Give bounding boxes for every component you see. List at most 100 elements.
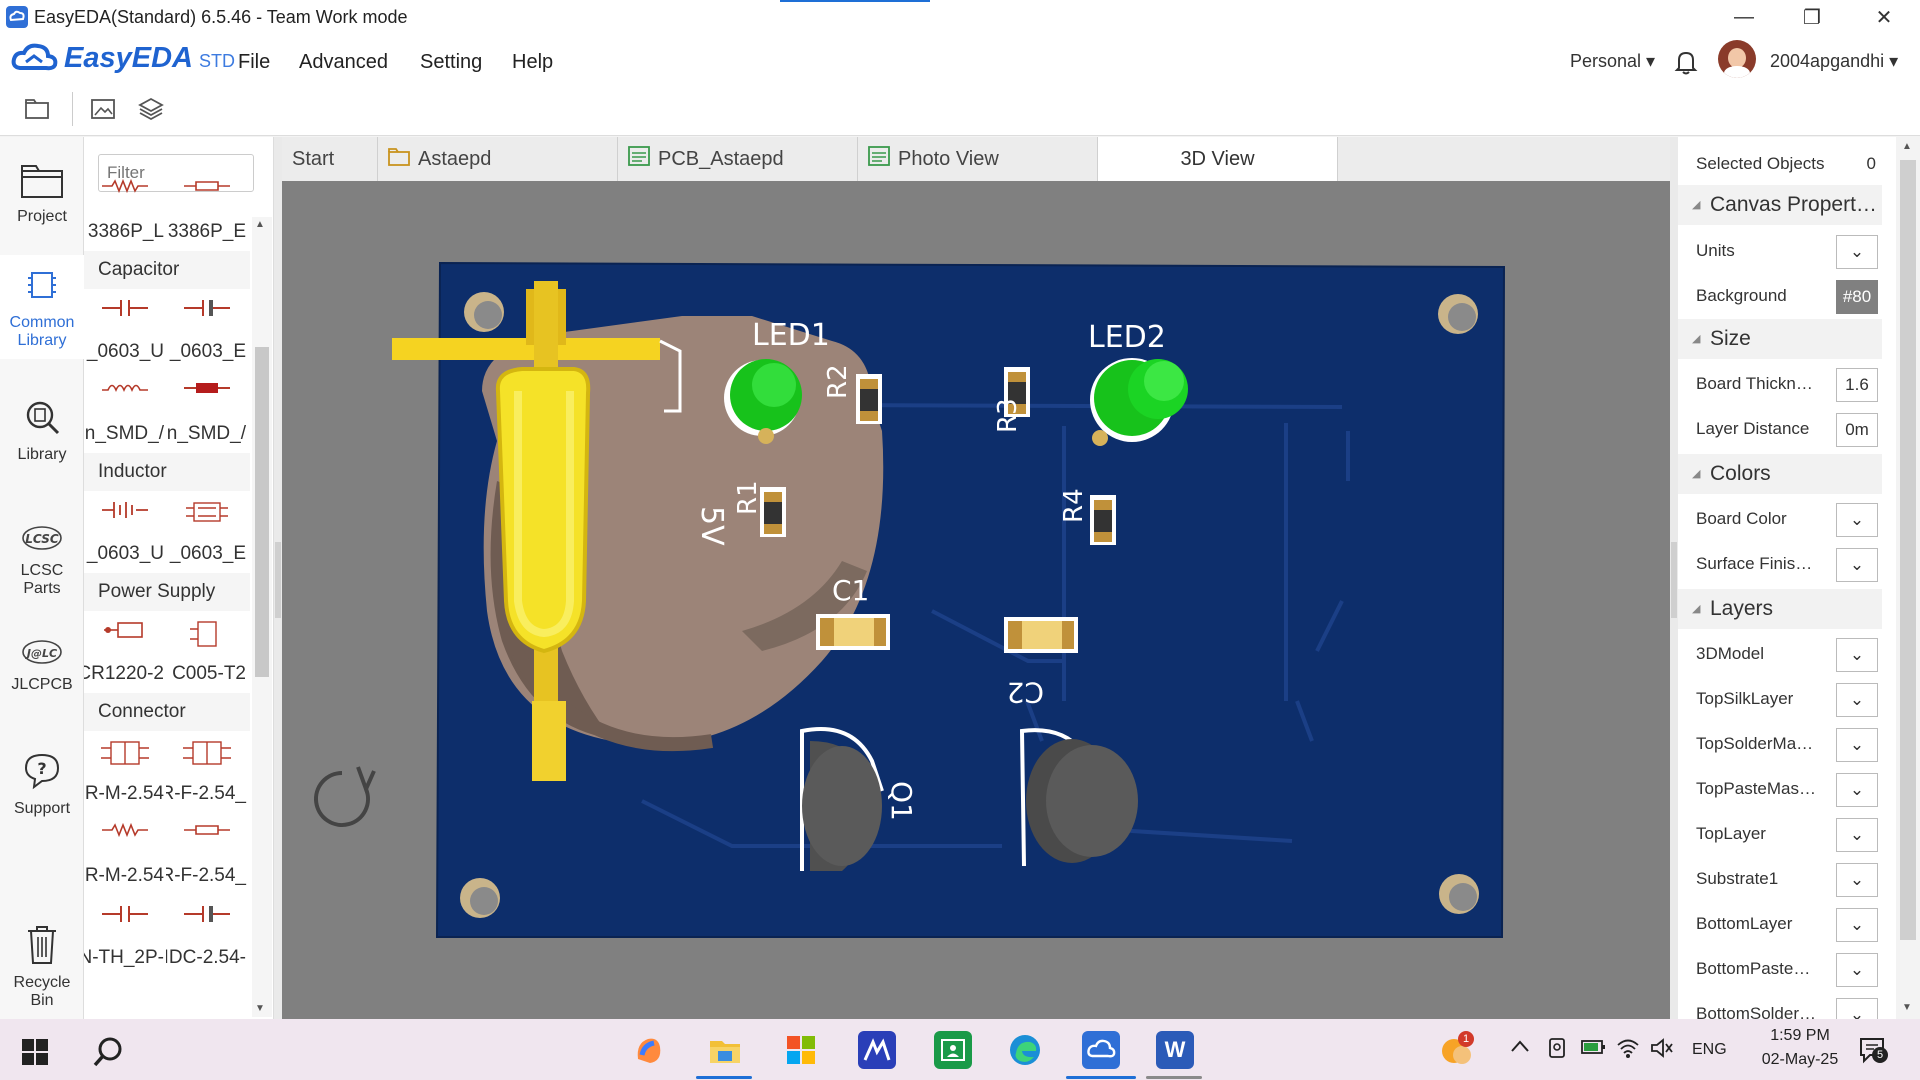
library-item[interactable]: 3386P_E — [166, 169, 248, 251]
layer-visibility-value-control[interactable]: ⌄ — [1836, 908, 1878, 942]
search-icon[interactable] — [92, 1035, 126, 1074]
properties-scrollbar-thumb[interactable] — [1900, 160, 1916, 940]
library-item[interactable]: 3386P_L — [84, 169, 166, 251]
file-explorer-icon[interactable] — [706, 1031, 744, 1069]
library-category[interactable]: Inductor — [84, 453, 250, 491]
section-canvas-properties[interactable]: ◢ Canvas Propert… — [1678, 185, 1882, 225]
workspace-dropdown[interactable]: Personal ▾ — [1570, 51, 1655, 72]
left-splitter[interactable] — [274, 137, 282, 1019]
battery-icon[interactable] — [1580, 1037, 1606, 1062]
bell-icon[interactable] — [1672, 48, 1700, 81]
scroll-up-arrow-icon[interactable]: ▲ — [255, 219, 265, 230]
nav-library[interactable]: Library — [0, 397, 84, 464]
layer-visibility-value-control[interactable]: ⌄ — [1836, 953, 1878, 987]
section-colors[interactable]: ◢ Colors — [1678, 454, 1882, 494]
menu-help[interactable]: Help — [512, 51, 553, 74]
size-property-value-control[interactable]: 0m — [1836, 413, 1878, 447]
meet-now-icon[interactable] — [1546, 1037, 1568, 1064]
windows-start-icon[interactable] — [22, 1039, 48, 1070]
tab-3d-view[interactable]: 3D View — [1098, 137, 1338, 181]
library-category[interactable]: Capacitor — [84, 251, 250, 289]
edge-browser-icon[interactable] — [1006, 1031, 1044, 1069]
library-category[interactable]: Connector — [84, 693, 250, 731]
weather-icon[interactable]: 1 — [1436, 1031, 1476, 1072]
tab-start[interactable]: Start — [282, 137, 378, 181]
export-image-icon[interactable] — [88, 94, 118, 124]
scroll-up-arrow-icon[interactable]: ▲ — [1902, 141, 1912, 152]
library-item[interactable]: n_SMD_/ — [84, 371, 166, 453]
open-project-icon[interactable] — [22, 94, 52, 124]
math-app-icon[interactable] — [858, 1031, 896, 1069]
clock-date[interactable]: 02-May-25 — [1752, 1051, 1848, 1069]
layer-visibility-value-control[interactable]: ⌄ — [1836, 818, 1878, 852]
library-item[interactable]: C005-T2 — [166, 611, 248, 693]
library-item[interactable]: _0603_U — [84, 289, 166, 371]
library-item[interactable]: _0603_U — [84, 491, 166, 573]
nav-recycle-bin[interactable]: Recycle Bin — [0, 923, 84, 1010]
section-size[interactable]: ◢ Size — [1678, 319, 1882, 359]
avatar[interactable] — [1718, 40, 1756, 78]
tab-photo-view[interactable]: Photo View — [858, 137, 1098, 181]
minimize-button[interactable]: — — [1716, 0, 1772, 34]
library-item[interactable]: R-F-2.54_ — [166, 731, 248, 813]
easyeda-running-indicator — [1066, 1076, 1136, 1079]
menu-advanced[interactable]: Advanced — [299, 51, 388, 74]
library-item[interactable]: N-TH_2P- — [84, 895, 166, 977]
chevron-up-icon[interactable] — [1510, 1039, 1530, 1058]
layer-visibility-row: BottomSolder… ⌄ — [1678, 991, 1882, 1019]
3d-view-canvas[interactable]: 5V LED1 LED2 R2 R3 R1 R4 C1 C2 Q1 — [282, 181, 1670, 1019]
notifications-icon[interactable]: 5 — [1858, 1035, 1888, 1070]
library-item[interactable]: _0603_E — [166, 289, 248, 371]
easyeda-taskbar-icon[interactable] — [1082, 1031, 1120, 1069]
right-splitter[interactable] — [1670, 137, 1678, 1019]
layer-visibility-value-control[interactable]: ⌄ — [1836, 998, 1878, 1019]
label-r1: R1 — [733, 480, 763, 515]
canvas-property-value-control[interactable]: ⌄ — [1836, 235, 1878, 269]
layer-visibility-value-control[interactable]: ⌄ — [1836, 863, 1878, 897]
library-item[interactable]: CR1220-2 — [84, 611, 166, 693]
size-property-value-control[interactable]: 1.6 — [1836, 368, 1878, 402]
user-menu[interactable]: 2004apgandhi ▾ — [1770, 51, 1898, 72]
color-property-value-control[interactable]: ⌄ — [1836, 503, 1878, 537]
layer-visibility-value-control[interactable]: ⌄ — [1836, 683, 1878, 717]
tab-astaepd[interactable]: Astaepd — [378, 137, 618, 181]
layer-visibility-value-control[interactable]: ⌄ — [1836, 728, 1878, 762]
loading-progress — [780, 0, 930, 2]
scroll-down-arrow-icon[interactable]: ▼ — [1902, 1002, 1912, 1013]
clock-time[interactable]: 1:59 PM — [1760, 1027, 1840, 1045]
copilot-icon[interactable] — [630, 1031, 668, 1069]
menu-setting[interactable]: Setting — [420, 51, 482, 74]
tab-pcb-astaepd[interactable]: PCB_Astaepd — [618, 137, 858, 181]
library-scrollbar-thumb[interactable] — [255, 347, 269, 677]
library-item[interactable]: R-F-2.54_ — [166, 813, 248, 895]
library-item[interactable]: _0603_E — [166, 491, 248, 573]
section-layers[interactable]: ◢ Layers — [1678, 589, 1882, 629]
reset-view-rotate-icon[interactable] — [314, 766, 376, 827]
layers-icon[interactable] — [136, 94, 166, 124]
restore-button[interactable]: ❐ — [1784, 0, 1840, 34]
close-button[interactable]: ✕ — [1856, 0, 1912, 34]
layer-visibility-value-control[interactable]: ⌄ — [1836, 773, 1878, 807]
input-language[interactable]: ENG — [1692, 1041, 1727, 1059]
library-item[interactable]: n_SMD_/ — [166, 371, 248, 453]
canvas-property-value-control[interactable]: #80 — [1836, 280, 1878, 314]
menu-file[interactable]: File — [238, 51, 270, 74]
classroom-app-icon[interactable] — [934, 1031, 972, 1069]
library-item[interactable]: R-M-2.54 — [84, 813, 166, 895]
easyeda-logo[interactable]: EasyEDA STD — [10, 40, 235, 76]
volume-muted-icon[interactable] — [1650, 1037, 1674, 1064]
nav-lcsc-parts[interactable]: LCSC LCSC Parts — [0, 523, 84, 598]
nav-support[interactable]: ? Support — [0, 751, 84, 818]
layer-visibility-value-control[interactable]: ⌄ — [1836, 638, 1878, 672]
word-app-icon[interactable]: W — [1156, 1031, 1194, 1069]
library-item[interactable]: R-M-2.54 — [84, 731, 166, 813]
wifi-icon[interactable] — [1616, 1037, 1640, 1064]
nav-project[interactable]: Project — [0, 163, 84, 226]
scroll-down-arrow-icon[interactable]: ▼ — [255, 1003, 265, 1014]
nav-common-library[interactable]: Common Library — [0, 255, 84, 359]
library-category[interactable]: Power Supply — [84, 573, 250, 611]
microsoft-store-icon[interactable] — [782, 1031, 820, 1069]
color-property-value-control[interactable]: ⌄ — [1836, 548, 1878, 582]
nav-jlcpcb[interactable]: J@LC JLCPCB — [0, 637, 84, 694]
library-item[interactable]: IDC-2.54- — [166, 895, 248, 977]
